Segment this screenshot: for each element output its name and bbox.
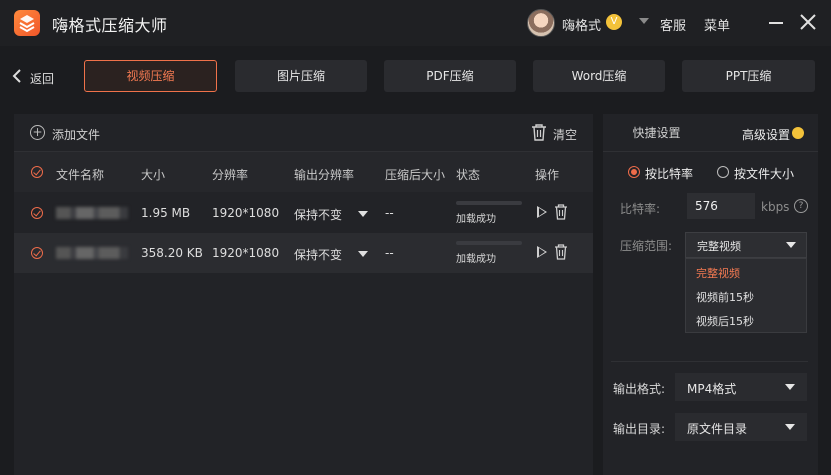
output-dir-select[interactable]: 原文件目录: [675, 413, 807, 441]
file-resolution: 1920*1080: [212, 206, 280, 220]
close-icon: [800, 14, 816, 30]
add-circle-icon[interactable]: +: [30, 125, 45, 140]
settings-panel: 快捷设置 高级设置 按比特率 按文件大小 比特率: kbps ? 压缩范围: 完…: [603, 114, 818, 475]
tab-ppt-compress[interactable]: PPT压缩: [682, 60, 815, 92]
column-header-output-resolution: 输出分辨率: [294, 168, 355, 182]
radio-by-filesize[interactable]: [717, 166, 729, 178]
chevron-down-icon: [785, 424, 795, 430]
select-all-checkbox[interactable]: [31, 166, 43, 178]
avatar[interactable]: [527, 9, 555, 37]
dropdown-option-last-15s[interactable]: 视频后15秒: [696, 313, 754, 329]
customer-service-link[interactable]: 客服: [660, 15, 686, 34]
compressed-size: --: [385, 246, 394, 260]
file-size: 358.20 KB: [141, 246, 203, 260]
radio-by-filesize-label[interactable]: 按文件大小: [734, 165, 794, 182]
file-name-blurred: [56, 207, 128, 219]
output-dir-label: 输出目录:: [613, 422, 666, 436]
bitrate-input[interactable]: [687, 193, 755, 219]
back-label: 返回: [30, 72, 55, 86]
divider: [603, 151, 710, 152]
chevron-left-icon: [12, 69, 22, 87]
trash-icon[interactable]: [531, 124, 547, 141]
column-header-resolution: 分辨率: [212, 168, 249, 182]
table-header: 文件名称 大小 分辨率 输出分辨率 压缩后大小 状态 操作: [14, 152, 593, 192]
file-size: 1.95 MB: [141, 206, 191, 220]
trash-icon[interactable]: [554, 204, 568, 220]
file-toolbar: + 添加文件 清空: [14, 114, 593, 152]
row-checkbox[interactable]: [31, 207, 43, 219]
output-resolution-select[interactable]: 保持不变: [294, 246, 342, 263]
table-row[interactable]: 358.20 KB 1920*1080 保持不变 -- 加载成功: [14, 233, 593, 273]
compress-range-value: 完整视频: [697, 240, 741, 253]
app-title: 嗨格式压缩大师: [52, 16, 168, 35]
tab-pdf-compress[interactable]: PDF压缩: [384, 60, 516, 92]
help-icon[interactable]: ?: [794, 199, 808, 213]
chevron-down-icon[interactable]: [358, 251, 368, 257]
clear-button[interactable]: 清空: [553, 126, 577, 143]
row-checkbox[interactable]: [31, 247, 43, 259]
compress-range-select[interactable]: 完整视频: [685, 232, 807, 258]
add-file-button[interactable]: 添加文件: [52, 126, 100, 143]
trash-icon[interactable]: [554, 244, 568, 260]
chevron-down-icon[interactable]: [358, 211, 368, 217]
user-name[interactable]: 嗨格式: [562, 15, 601, 34]
tab-word-compress[interactable]: Word压缩: [533, 60, 665, 92]
vip-dot-icon: [792, 127, 804, 139]
close-button[interactable]: [798, 12, 818, 32]
dropdown-option-full[interactable]: 完整视频: [696, 265, 740, 281]
output-dir-value: 原文件目录: [687, 422, 748, 436]
output-format-select[interactable]: MP4格式: [675, 373, 807, 401]
menu-link[interactable]: 菜单: [704, 15, 730, 34]
dropdown-option-first-15s[interactable]: 视频前15秒: [696, 289, 754, 305]
divider: [710, 151, 818, 152]
status-text: 加载成功: [456, 214, 496, 225]
status-text: 加载成功: [456, 254, 496, 265]
chevron-down-icon: [785, 384, 795, 390]
column-header-compressed-size: 压缩后大小: [385, 168, 446, 182]
output-format-value: MP4格式: [687, 382, 737, 396]
tab-advanced-label: 高级设置: [742, 128, 791, 142]
file-list-panel: + 添加文件 清空 文件名称 大小 分辨率 输出分辨率 压缩后大小 状态 操作 …: [14, 114, 593, 475]
back-button[interactable]: 返回: [12, 66, 62, 88]
file-resolution: 1920*1080: [212, 246, 280, 260]
file-name-blurred: [56, 247, 128, 259]
column-header-actions: 操作: [535, 168, 560, 182]
tab-advanced-settings[interactable]: 高级设置: [710, 114, 818, 152]
column-header-status: 状态: [456, 168, 481, 182]
table-row[interactable]: 1.95 MB 1920*1080 保持不变 -- 加载成功: [14, 193, 593, 233]
app-logo-icon: [14, 10, 40, 36]
compress-range-label: 压缩范围:: [620, 239, 673, 253]
minimize-button[interactable]: [766, 12, 786, 32]
bitrate-label: 比特率:: [620, 202, 661, 216]
tab-video-compress[interactable]: 视频压缩: [84, 60, 217, 92]
divider: [611, 361, 808, 362]
tab-quick-settings[interactable]: 快捷设置: [603, 114, 710, 152]
bitrate-unit: kbps: [761, 200, 790, 214]
chevron-down-icon[interactable]: [639, 18, 649, 24]
tab-image-compress[interactable]: 图片压缩: [235, 60, 367, 92]
load-progress-bar: [456, 241, 522, 245]
output-resolution-select[interactable]: 保持不变: [294, 206, 342, 223]
compress-range-dropdown: 完整视频 视频前15秒 视频后15秒: [685, 258, 807, 333]
radio-by-bitrate-label[interactable]: 按比特率: [645, 165, 693, 182]
load-progress-bar: [456, 201, 522, 205]
play-icon[interactable]: [537, 206, 547, 218]
output-format-label: 输出格式:: [613, 382, 666, 396]
radio-by-bitrate[interactable]: [628, 166, 640, 178]
vip-badge-icon: V: [606, 14, 622, 30]
compressed-size: --: [385, 206, 394, 220]
chevron-down-icon: [786, 242, 796, 248]
column-header-filename: 文件名称: [56, 168, 105, 182]
column-header-size: 大小: [141, 168, 166, 182]
play-icon[interactable]: [537, 246, 547, 258]
